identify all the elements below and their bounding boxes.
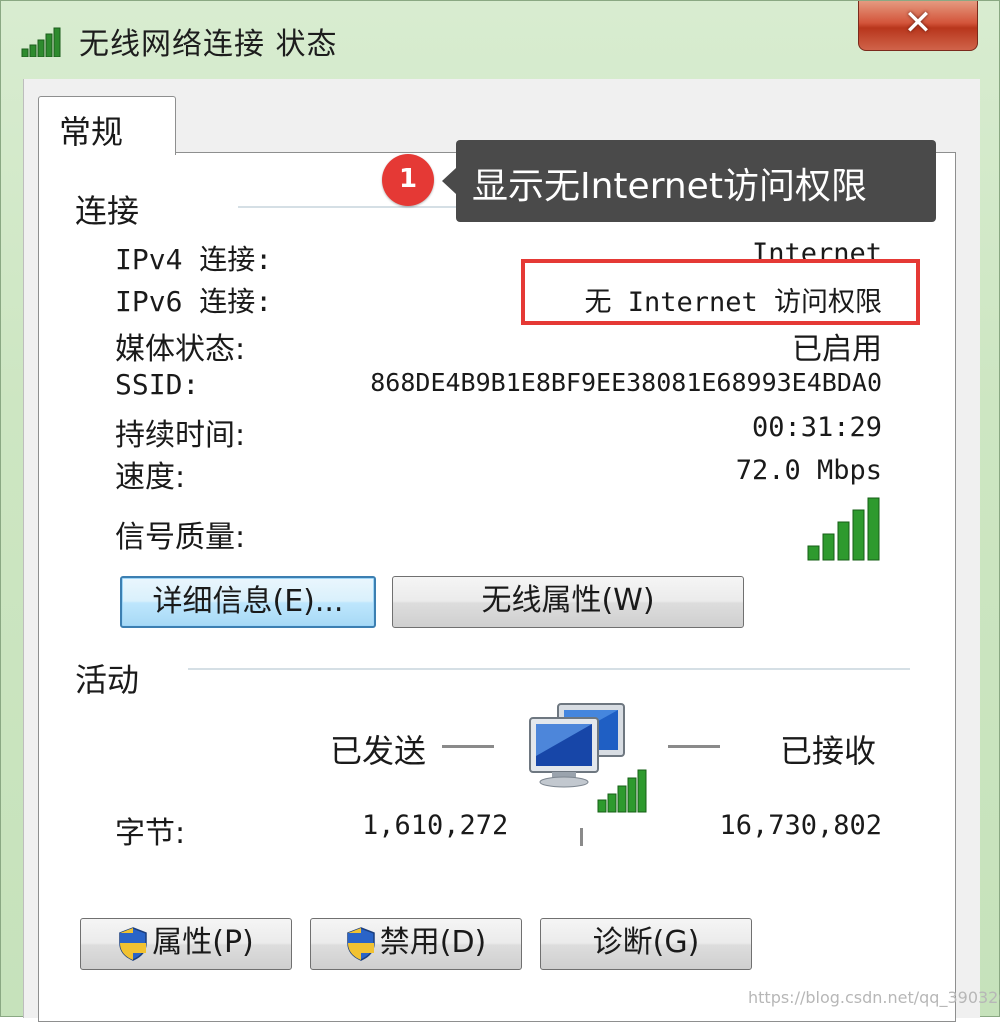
ipv6-label: IPv6 连接: [115, 285, 273, 318]
network-computers-icon [529, 703, 647, 846]
annotation-badge: 1 [382, 154, 434, 206]
duration-label: 持续时间: [115, 418, 246, 453]
signal-quality-label: 信号质量: [115, 520, 246, 555]
close-icon: ✕ [903, 3, 933, 43]
disable-button[interactable]: 禁用(D) [310, 918, 522, 970]
connection-heading: 连接 [75, 192, 140, 230]
signal-bar [852, 509, 865, 561]
title-bar[interactable]: 无线网络连接 状态 ✕ [1, 1, 1000, 86]
speed-value: 72.0 Mbps [735, 455, 882, 486]
activity-divider [188, 668, 910, 670]
details-button[interactable]: 详细信息(E)... [120, 576, 376, 628]
activity-heading: 活动 [75, 661, 140, 699]
properties-button-label: 属性(P) [152, 925, 254, 960]
ipv6-highlight-box [521, 259, 920, 325]
tab-general-label: 常规 [59, 113, 124, 151]
speed-label: 速度: [115, 460, 186, 495]
received-line [668, 745, 720, 748]
uac-shield-icon [119, 926, 147, 961]
uac-shield-icon [346, 926, 375, 961]
ssid-value: 868DE4B9B1E8BF9EE38081E68993E4BDA0 [370, 368, 882, 397]
annotation-callout-text: 显示无Internet访问权限 [472, 166, 867, 207]
signal-quality-icon [807, 497, 880, 561]
properties-button[interactable]: 属性(P) [80, 918, 292, 970]
ssid-value-clip: 868DE4B9B1E8BF9EE38081E68993E4BDA0 [340, 366, 882, 406]
watermark: https://blog.csdn.net/qq_39032086 [748, 988, 1000, 1007]
disable-button-label: 禁用(D) [379, 925, 487, 960]
wireless-properties-button[interactable]: 无线属性(W) [392, 576, 744, 628]
signal-bar [867, 497, 880, 561]
tab-general[interactable]: 常规 [38, 96, 176, 155]
signal-bar [807, 545, 820, 561]
bytes-label: 字节: [115, 816, 186, 851]
ssid-label: SSID: [115, 368, 200, 401]
sent-label: 已发送 [330, 732, 427, 770]
annotation-callout: 显示无Internet访问权限 [442, 140, 936, 222]
diagnose-button[interactable]: 诊断(G) [540, 918, 752, 970]
received-bytes-value: 16,730,802 [719, 810, 882, 841]
close-button[interactable]: ✕ [858, 1, 978, 51]
signal-bar [822, 533, 835, 561]
wireless-signal-icon [21, 27, 61, 57]
sent-bytes-value: 1,610,272 [362, 810, 509, 841]
duration-value: 00:31:29 [751, 412, 882, 443]
ipv4-label: IPv4 连接: [115, 243, 273, 276]
media-state-label: 媒体状态: [115, 332, 246, 367]
received-label: 已接收 [780, 732, 877, 770]
signal-bar [837, 521, 850, 561]
media-state-value: 已启用 [792, 332, 882, 367]
sent-line [442, 745, 494, 748]
window-title: 无线网络连接 状态 [79, 27, 338, 62]
